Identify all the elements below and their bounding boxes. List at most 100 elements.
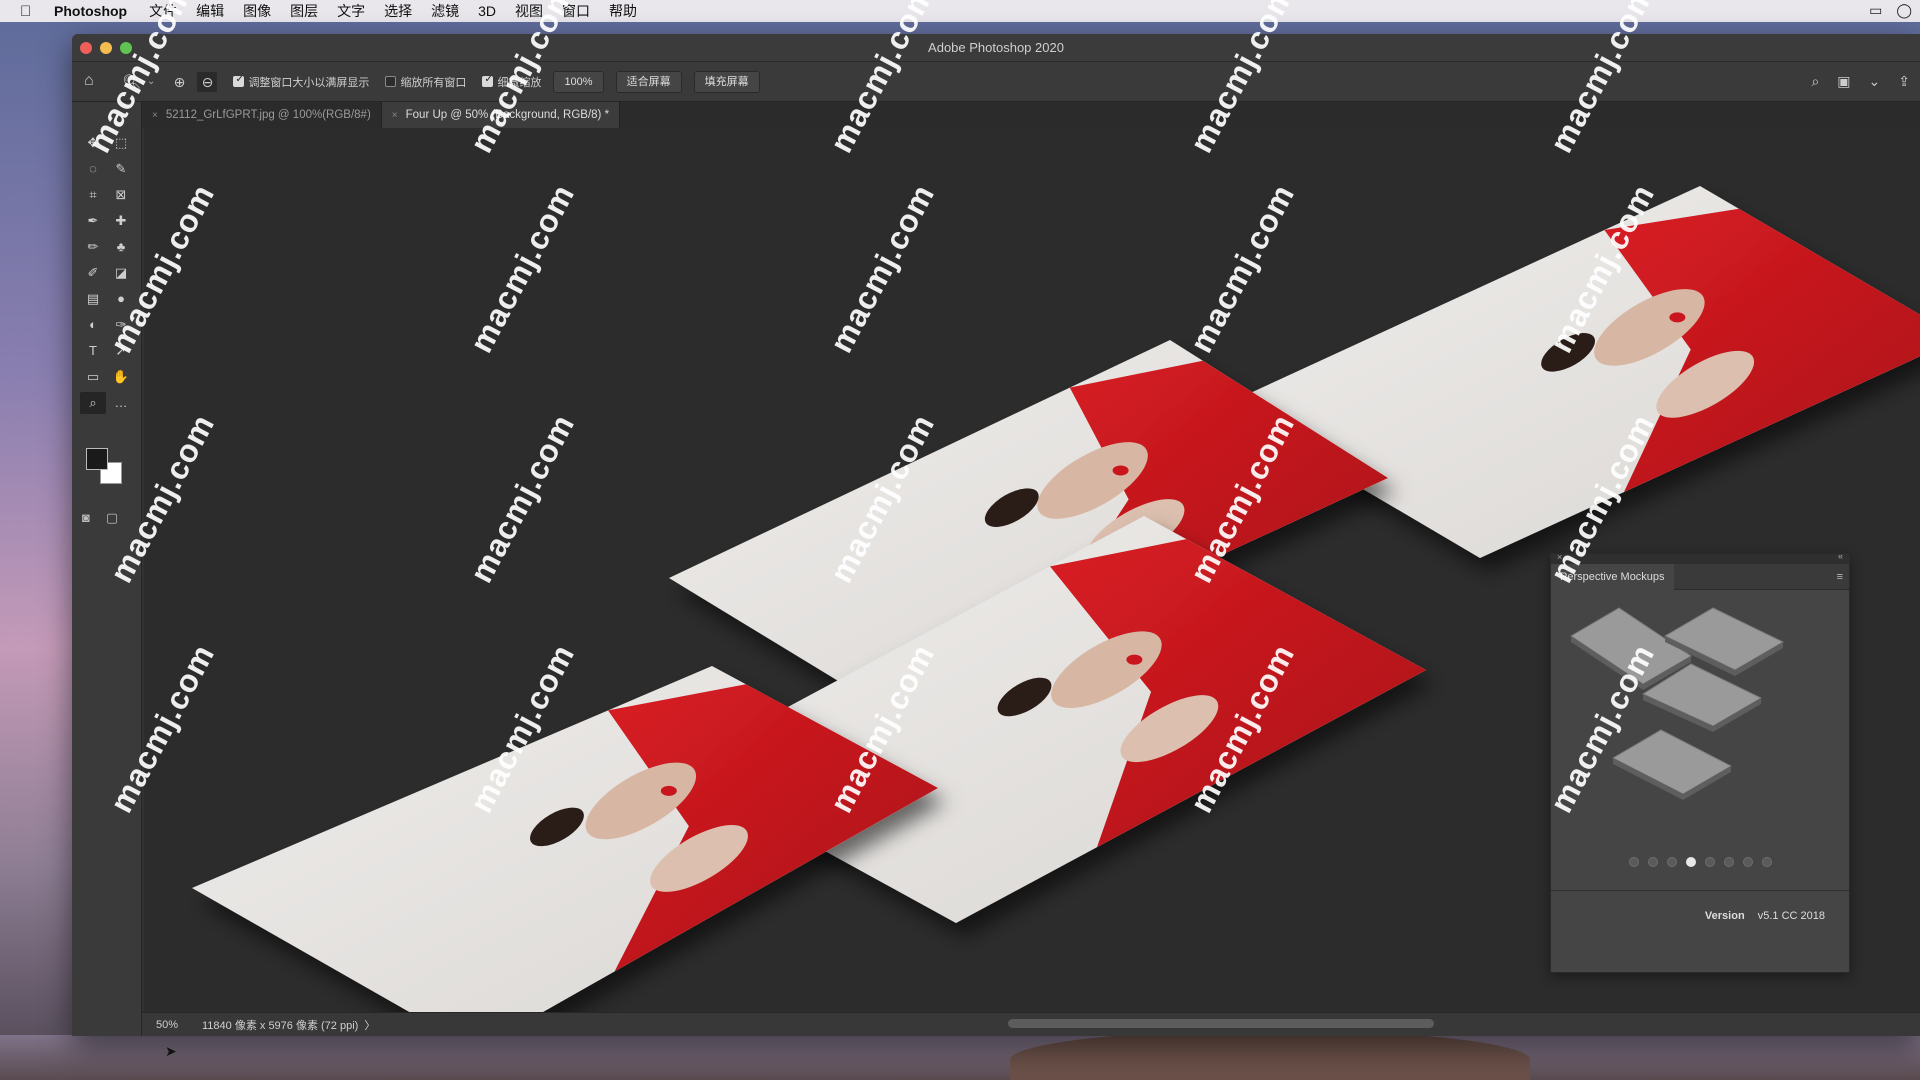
panel-topbar[interactable]: × « [1551,551,1849,564]
menu-3d[interactable]: 3D [478,3,496,19]
gradient-tool-icon[interactable]: ▤ [80,288,106,310]
foreground-color-swatch[interactable] [86,448,108,470]
scrubby-zoom-checkbox[interactable]: 细微缩放 [482,74,541,90]
window-title: Adobe Photoshop 2020 [928,40,1064,55]
hamburger-icon[interactable]: ≡ [1837,571,1843,583]
history-brush-icon[interactable]: ✐ [80,262,106,284]
menu-help[interactable]: 帮助 [609,1,637,21]
status-zoom[interactable]: 50% [156,1019,200,1031]
menu-select[interactable]: 选择 [384,1,412,21]
crop-tool-icon[interactable]: ⌗ [80,184,106,206]
minimize-window-button[interactable] [100,42,112,54]
facetime-icon[interactable]: ▭ [1869,2,1882,19]
fill-screen-button[interactable]: 填充屏幕 [693,70,760,93]
menu-edit[interactable]: 编辑 [196,1,224,21]
window-titlebar[interactable]: Adobe Photoshop 2020 [72,34,1920,62]
close-window-button[interactable] [80,42,92,54]
zoom-tool-icon[interactable]: ⌕ [80,392,106,414]
hand-tool-icon[interactable]: ✋ [108,366,134,388]
more-tools-icon[interactable]: … [108,392,134,414]
zoom-out-button[interactable]: ⊖ [197,71,218,92]
mockup-preview-thumbnail[interactable] [1561,598,1841,813]
carousel-dot[interactable] [1685,857,1696,867]
zoom-all-windows-checkbox[interactable]: 缩放所有窗口 [385,74,466,90]
home-icon[interactable]: ⌂ [84,72,104,92]
mouse-cursor-icon: ➤ [165,1043,177,1059]
carousel-dot[interactable] [1666,857,1677,867]
rectangle-tool-icon[interactable]: ▭ [80,366,106,388]
blur-tool-icon[interactable]: ● [108,288,134,310]
tab-document-2[interactable]: × Four Up @ 50% (Background, RGB/8) * [381,102,621,128]
path-select-tool-icon[interactable]: ➚ [108,340,134,362]
resize-windows-label: 调整窗口大小以满屏显示 [248,76,370,89]
screen-mode-icon[interactable]: ▢ [106,510,118,526]
maximize-window-button[interactable] [120,42,132,54]
menu-image[interactable]: 图像 [243,1,271,21]
frame-tool-icon[interactable]: ⊠ [108,184,134,206]
resize-windows-checkbox[interactable]: 调整窗口大小以满屏显示 [233,74,369,90]
stamp-tool-icon[interactable]: ♣ [108,236,134,258]
tab-label: Four Up @ 50% (Background, RGB/8) * [405,109,610,121]
menu-view[interactable]: 视图 [515,1,543,21]
quick-mask-icon[interactable]: ◙ [82,510,90,526]
eyedropper-tool-icon[interactable]: ✒ [80,210,106,232]
desktop-wallpaper [0,1035,1920,1080]
checkbox-checked[interactable] [233,74,245,87]
mac-menubar:  Photoshop 文件 编辑 图像 图层 文字 选择 滤镜 3D 视图 窗… [0,0,1920,22]
pen-tool-icon[interactable]: ✑ [108,314,134,336]
options-right: ⌕ ▣ ⌄ ⇪ [1811,73,1910,90]
marquee-tool-icon[interactable]: ⬚ [108,132,134,154]
chevron-down-icon[interactable]: ⌄ [147,76,155,87]
carousel-dot[interactable] [1742,857,1753,867]
close-tab-icon[interactable]: × [152,110,158,121]
version-value: v5.1 CC 2018 [1757,910,1825,922]
version-label: Version [1704,910,1745,922]
close-panel-icon[interactable]: × [1557,552,1562,562]
carousel-dot[interactable] [1628,857,1639,867]
carousel-dot[interactable] [1647,857,1658,867]
zoom-100-button[interactable]: 100% [553,70,604,93]
menu-app-name[interactable]: Photoshop [54,3,127,19]
lasso-tool-icon[interactable]: ◌ [80,158,106,180]
checkbox-unchecked[interactable] [385,76,397,87]
document-tabs: × 52112_GrLfGPRT.jpg @ 100%(RGB/8#) × Fo… [142,102,1920,128]
zoom-in-button[interactable]: ⊕ [169,72,189,92]
card-lips [1126,654,1143,665]
share-icon[interactable]: ⇪ [1898,73,1910,90]
panel-tab-title[interactable]: Perspective Mockups [1551,564,1674,590]
quick-select-tool-icon[interactable]: ✎ [108,158,134,180]
checkbox-checked[interactable] [482,74,494,87]
tab-document-1[interactable]: × 52112_GrLfGPRT.jpg @ 100%(RGB/8#) [142,102,382,128]
dodge-tool-icon[interactable]: ◐ [80,314,106,336]
search-icon[interactable]: ⌕ [1811,73,1819,90]
tool-grid: ✥ ⬚ ◌ ✎ ⌗ ⊠ ✒ ✚ ✏ ♣ ✐ ◪ ▤ ● ◐ ✑ T ➚ ▭ ✋ … [80,132,136,414]
chat-icon[interactable]: ◯ [1896,2,1912,19]
carousel-dot[interactable] [1761,857,1772,867]
horizontal-scrollbar[interactable] [1008,1019,1434,1028]
brush-tool-icon[interactable]: ✏ [80,236,106,258]
healing-brush-icon[interactable]: ✚ [108,210,134,232]
menu-window[interactable]: 窗口 [562,1,590,21]
photoshop-window: Adobe Photoshop 2020 ⌂ 🔍︎ ⌄ ⊕ ⊖ 调整窗口大小以满… [72,34,1920,1036]
fit-screen-button[interactable]: 适合屏幕 [615,70,682,93]
close-tab-icon[interactable]: × [392,110,398,121]
menu-file[interactable]: 文件 [149,1,177,21]
apple-logo-icon[interactable]:  [20,3,40,20]
menu-type[interactable]: 文字 [337,1,365,21]
eraser-tool-icon[interactable]: ◪ [108,262,134,284]
carousel-dot[interactable] [1704,857,1715,867]
zoom-all-label: 缩放所有窗口 [400,76,467,89]
menu-filter[interactable]: 滤镜 [431,1,459,21]
workspace-icon[interactable]: ▣ [1837,73,1850,90]
zoom-tool-preset-icon[interactable]: 🔍︎ [122,73,141,91]
menubar-status-icons: ▭ ◯ [1869,2,1912,19]
card-lips [1669,312,1686,323]
status-menu-arrow-icon[interactable]: 〉 [364,1017,375,1033]
scrubby-zoom-label: 细微缩放 [497,76,542,89]
carousel-dot[interactable] [1723,857,1734,867]
move-tool-icon[interactable]: ✥ [80,132,106,154]
chevron-down-icon[interactable]: ⌄ [1869,73,1881,90]
type-tool-icon[interactable]: T [80,340,106,362]
menu-layer[interactable]: 图层 [290,1,318,21]
collapse-panel-icon[interactable]: « [1838,551,1843,561]
